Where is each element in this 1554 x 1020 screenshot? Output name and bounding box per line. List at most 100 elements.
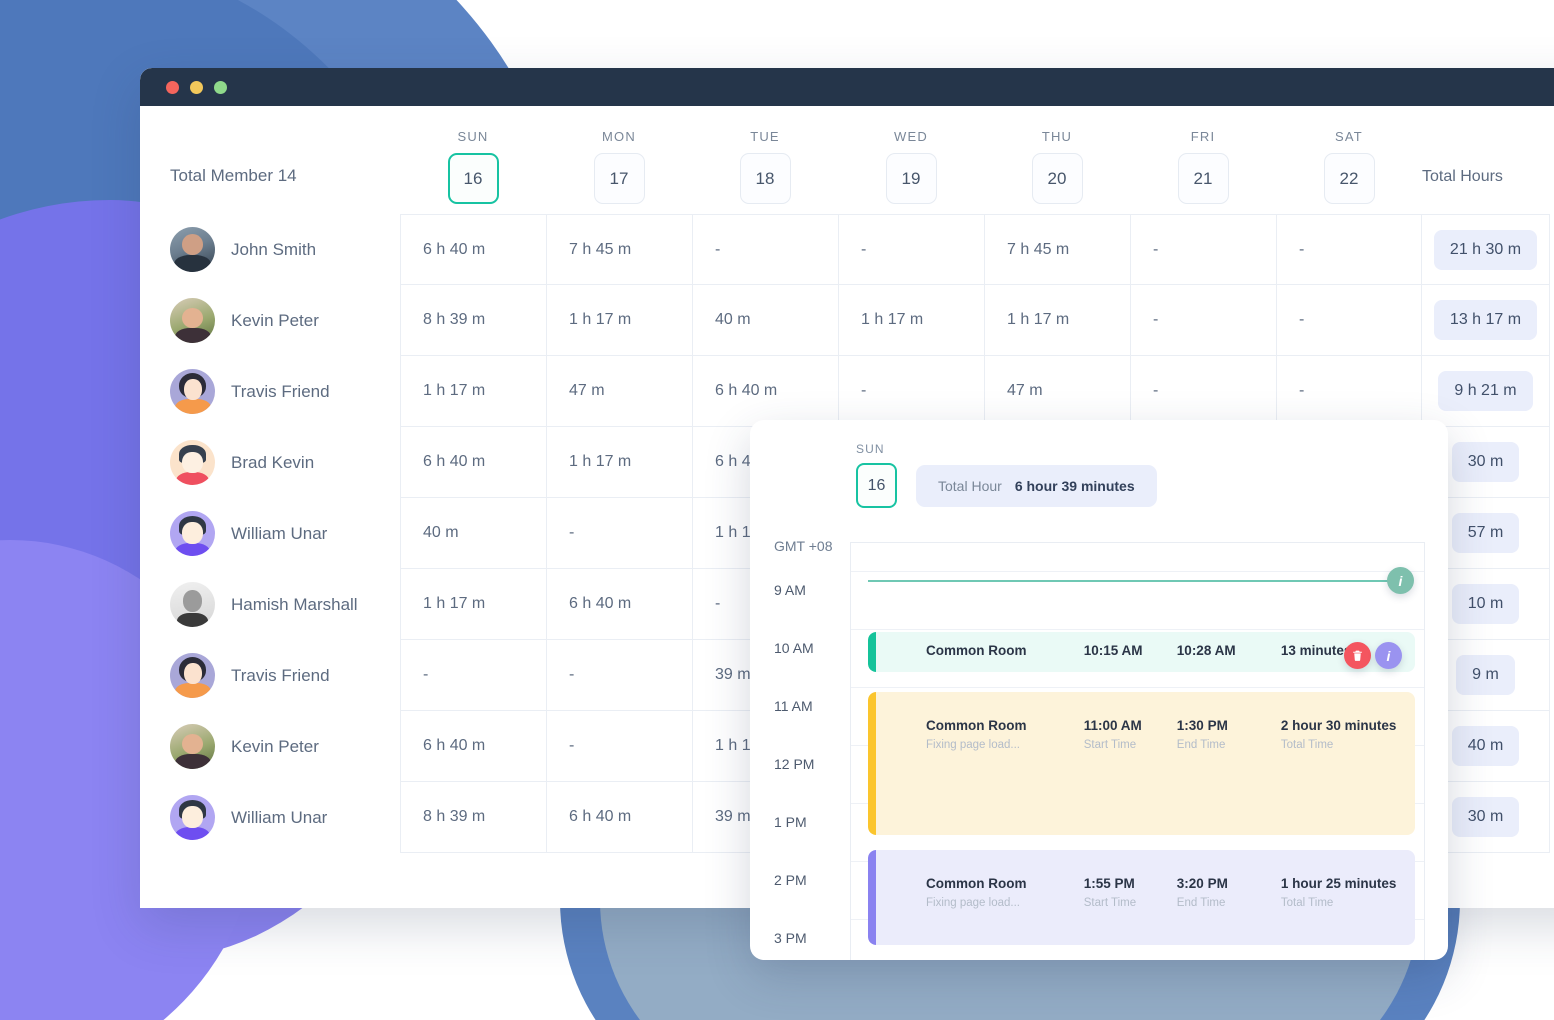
day-of-week-label: WED <box>894 129 928 144</box>
avatar <box>170 298 215 343</box>
hours-cell[interactable]: - <box>400 640 546 711</box>
schedule-event[interactable]: Common Room Fixing page load... 1:55 PM Sta… <box>868 850 1415 945</box>
delete-icon[interactable] <box>1344 642 1371 669</box>
date-button-19[interactable]: 19 <box>885 153 937 204</box>
date-button-20[interactable]: 20 <box>1031 153 1083 204</box>
hours-cell[interactable]: 1 h 17 m <box>400 356 546 427</box>
hours-cell[interactable]: 6 h 40 m <box>400 711 546 782</box>
hours-cell[interactable]: 1 h 17 m <box>984 285 1130 356</box>
hours-cell[interactable]: 6 h 40 m <box>546 782 692 853</box>
hours-cell[interactable]: - <box>1276 356 1422 427</box>
avatar <box>170 227 215 272</box>
popup-date-button[interactable]: 16 <box>856 463 897 508</box>
hours-cell[interactable]: - <box>1276 214 1422 285</box>
popup-total-hour-value: 6 hour 39 minutes <box>1014 477 1135 494</box>
total-hours-pill: 40 m <box>1451 726 1520 766</box>
close-button[interactable] <box>166 80 179 94</box>
event-color-bar <box>868 850 876 945</box>
hour-label: 2 PM <box>774 872 807 888</box>
hours-cell[interactable]: 7 h 45 m <box>984 214 1130 285</box>
date-button-18[interactable]: 18 <box>739 153 791 204</box>
member-name: Kevin Peter <box>231 736 319 756</box>
hour-gridline <box>851 629 1424 630</box>
hours-cell[interactable]: 1 h 17 m <box>838 285 984 356</box>
table-row[interactable]: Kevin Peter 8 h 39 m1 h 17 m 40 m1 h 17 m1… <box>170 285 1554 356</box>
day-of-week-label: SAT <box>1335 129 1363 144</box>
hours-cell[interactable]: 40 m <box>400 498 546 569</box>
date-button-17[interactable]: 17 <box>593 153 645 204</box>
avatar <box>170 724 215 769</box>
hours-cell[interactable]: - <box>692 214 838 285</box>
hour-label: 10 AM <box>774 640 814 656</box>
hours-cell[interactable]: 6 h 40 m <box>400 214 546 285</box>
event-start-column: 1:55 PM Start Time <box>1084 876 1177 909</box>
event-total-sublabel: Total Time <box>1280 739 1334 751</box>
event-end: 1:30 PM <box>1176 718 1228 733</box>
event-room-sublabel: Fixing page load... <box>926 739 1020 751</box>
day-column-wed[interactable]: WED 19 <box>838 129 984 214</box>
day-column-sat[interactable]: SAT 22 <box>1276 129 1422 214</box>
event-color-bar <box>868 632 876 672</box>
hours-cell[interactable]: - <box>838 214 984 285</box>
info-icon[interactable]: i <box>1375 642 1402 669</box>
day-column-fri[interactable]: FRI 21 <box>1130 129 1276 214</box>
hours-cell[interactable]: - <box>1130 214 1276 285</box>
date-button-16[interactable]: 16 <box>447 153 499 204</box>
day-column-tue[interactable]: TUE 18 <box>692 129 838 214</box>
hours-cell[interactable]: 1 h 17 m <box>400 569 546 640</box>
total-hours-pill: 13 h 17 m <box>1433 300 1538 340</box>
hours-cell[interactable]: 6 h 40 m <box>400 427 546 498</box>
member-cell[interactable]: Travis Friend <box>170 369 400 414</box>
date-button-21[interactable]: 21 <box>1177 153 1229 204</box>
hours-cell[interactable]: 47 m <box>984 356 1130 427</box>
hours-cell[interactable]: - <box>546 640 692 711</box>
hours-cell[interactable]: 1 h 17 m <box>546 285 692 356</box>
table-row[interactable]: Travis Friend 1 h 17 m 47 m6 h 40 m -47 m--… <box>170 356 1554 427</box>
hours-cell[interactable]: - <box>1130 285 1276 356</box>
event-room-column: Common Room Fixing page load... <box>926 718 1084 751</box>
event-end: 10:28 AM <box>1176 643 1236 658</box>
hour-gridline <box>851 687 1424 688</box>
hours-cell[interactable]: 6 h 40 m <box>546 569 692 640</box>
event-total: 2 hour 30 minutes <box>1280 718 1397 733</box>
hours-cell[interactable]: 8 h 39 m <box>400 782 546 853</box>
event-end-column: 10:28 AM <box>1177 643 1281 658</box>
minimize-button[interactable] <box>190 80 203 94</box>
member-cell[interactable]: Travis Friend <box>170 653 400 698</box>
day-column-mon[interactable]: MON 17 <box>546 129 692 214</box>
hours-cell[interactable]: - <box>546 711 692 782</box>
date-button-22[interactable]: 22 <box>1323 153 1375 204</box>
member-cell[interactable]: William Unar <box>170 511 400 556</box>
hours-cell[interactable]: 8 h 39 m <box>400 285 546 356</box>
table-row[interactable]: John Smith 6 h 40 m7 h 45 m--7 h 45 m - -21… <box>170 214 1554 285</box>
day-column-thu[interactable]: THU 20 <box>984 129 1130 214</box>
member-cell[interactable]: John Smith <box>170 227 400 272</box>
hours-cell[interactable]: 47 m <box>546 356 692 427</box>
hours-cell[interactable]: 1 h 17 m <box>546 427 692 498</box>
schedule-event[interactable]: Common Room Fixing page load... 11:00 AM St… <box>868 692 1415 835</box>
event-end-column: 1:30 PM End Time <box>1177 718 1281 751</box>
event-end-column: 3:20 PM End Time <box>1177 876 1281 909</box>
total-member-label: Total Member 14 <box>170 166 297 185</box>
hours-cell[interactable]: - <box>838 356 984 427</box>
hours-cell[interactable]: 6 h 40 m <box>692 356 838 427</box>
maximize-button[interactable] <box>214 80 227 94</box>
avatar <box>170 653 215 698</box>
hours-cell[interactable]: - <box>1276 285 1422 356</box>
hours-cell[interactable]: 7 h 45 m <box>546 214 692 285</box>
schedule-event[interactable]: Common Room 10:15 AM 10:28 AM 13 minutes <box>868 632 1415 672</box>
info-icon[interactable]: i <box>1387 567 1414 594</box>
member-cell[interactable]: Kevin Peter <box>170 724 400 769</box>
day-detail-popup: SUN 16 Total Hour 6 hour 39 minutes GMT … <box>750 420 1448 960</box>
hours-cell[interactable]: - <box>1130 356 1276 427</box>
member-cell[interactable]: Brad Kevin <box>170 440 400 485</box>
day-of-week-label: MON <box>602 129 636 144</box>
member-cell[interactable]: Hamish Marshall <box>170 582 400 627</box>
hours-cell[interactable]: 40 m <box>692 285 838 356</box>
event-start-sublabel: Start Time <box>1083 897 1137 909</box>
day-column-sun[interactable]: SUN 16 <box>400 129 546 214</box>
avatar <box>170 511 215 556</box>
member-cell[interactable]: William Unar <box>170 795 400 840</box>
member-cell[interactable]: Kevin Peter <box>170 298 400 343</box>
hours-cell[interactable]: - <box>546 498 692 569</box>
